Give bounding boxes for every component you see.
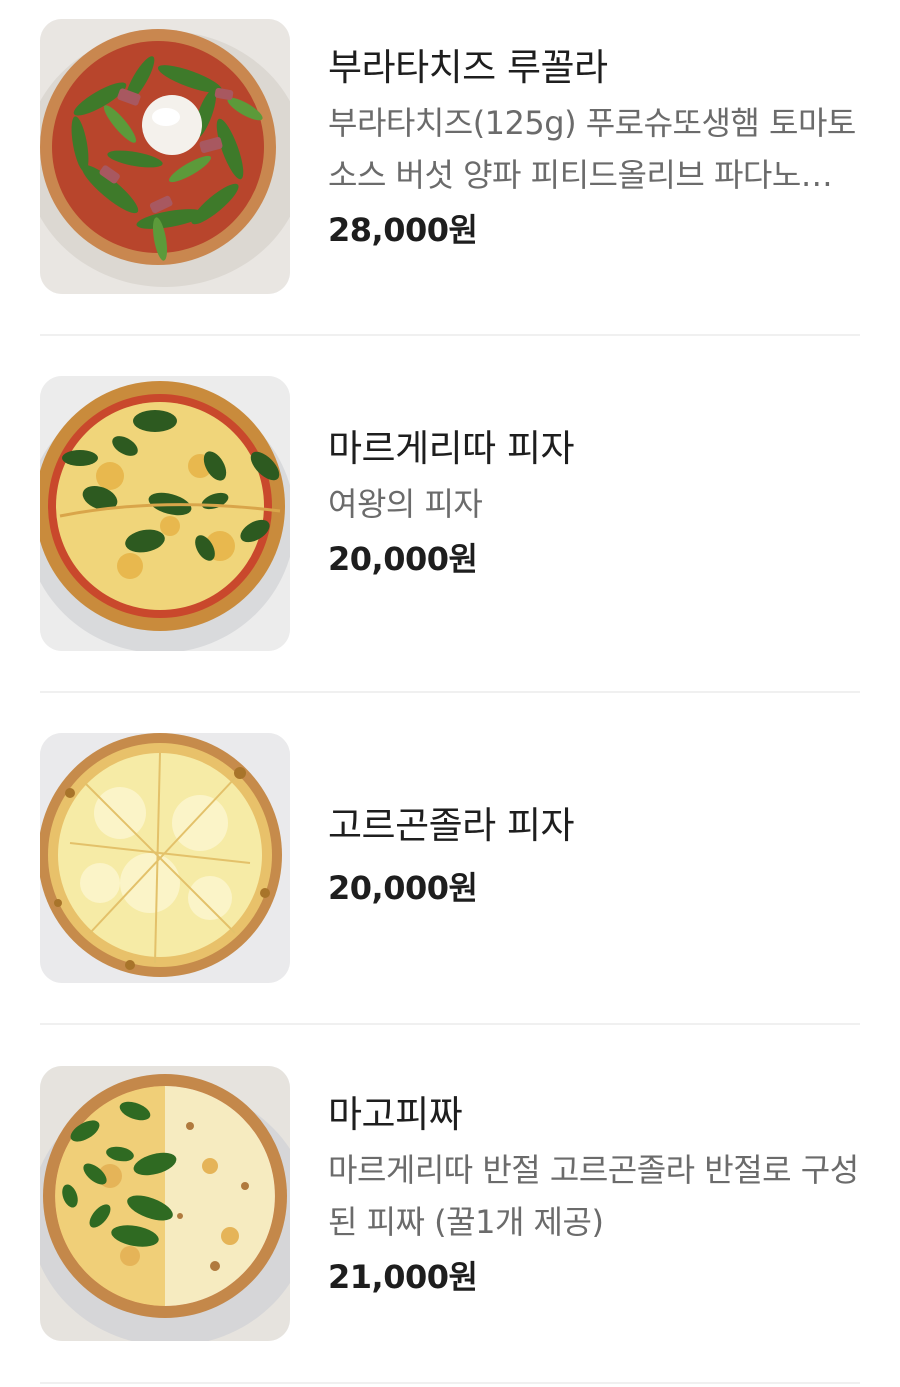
menu-item-burrata-arugula[interactable]: 부라타치즈 루꼴라 부라타치즈(125g) 푸로슈또생햄 토마토소스 버섯 양파… xyxy=(40,19,860,295)
margo-pizza-photo xyxy=(40,1066,290,1341)
menu-item-margherita[interactable]: 마르게리따 피자 여왕의 피자 20,000원 xyxy=(40,376,860,652)
menu-list: 부라타치즈 루꼴라 부라타치즈(125g) 푸로슈또생햄 토마토소스 버섯 양파… xyxy=(0,0,900,1387)
menu-item-price: 28,000원 xyxy=(328,211,478,249)
menu-item-name: 마고피짜 xyxy=(328,1093,463,1136)
divider xyxy=(40,334,860,336)
divider xyxy=(40,1382,860,1384)
menu-item-price: 20,000원 xyxy=(328,869,478,907)
margherita-pizza-photo xyxy=(40,376,290,651)
menu-item-name: 고르곤졸라 피자 xyxy=(328,804,575,847)
menu-item-margo[interactable]: 마고피짜 마르게리따 반절 고르곤졸라 반절로 구성된 피짜 (꿀1개 제공) … xyxy=(40,1066,860,1342)
divider xyxy=(40,691,860,693)
menu-item-price: 21,000원 xyxy=(328,1258,478,1296)
menu-item-name: 마르게리따 피자 xyxy=(328,427,575,470)
menu-item-description: 부라타치즈(125g) 푸로슈또생햄 토마토소스 버섯 양파 피티드올리브 파다… xyxy=(328,104,859,194)
menu-item-price: 20,000원 xyxy=(328,540,478,578)
menu-item-gorgonzola[interactable]: 고르곤졸라 피자 20,000원 xyxy=(40,733,860,983)
gorgonzola-pizza-photo xyxy=(40,733,290,983)
menu-item-name: 부라타치즈 루꼴라 xyxy=(328,46,608,89)
burrata-arugula-pizza-photo xyxy=(40,19,290,294)
menu-item-description: 마르게리따 반절 고르곤졸라 반절로 구성된 피짜 (꿀1개 제공) xyxy=(328,1151,859,1241)
menu-item-description: 여왕의 피자 xyxy=(328,485,483,523)
divider xyxy=(40,1023,860,1025)
